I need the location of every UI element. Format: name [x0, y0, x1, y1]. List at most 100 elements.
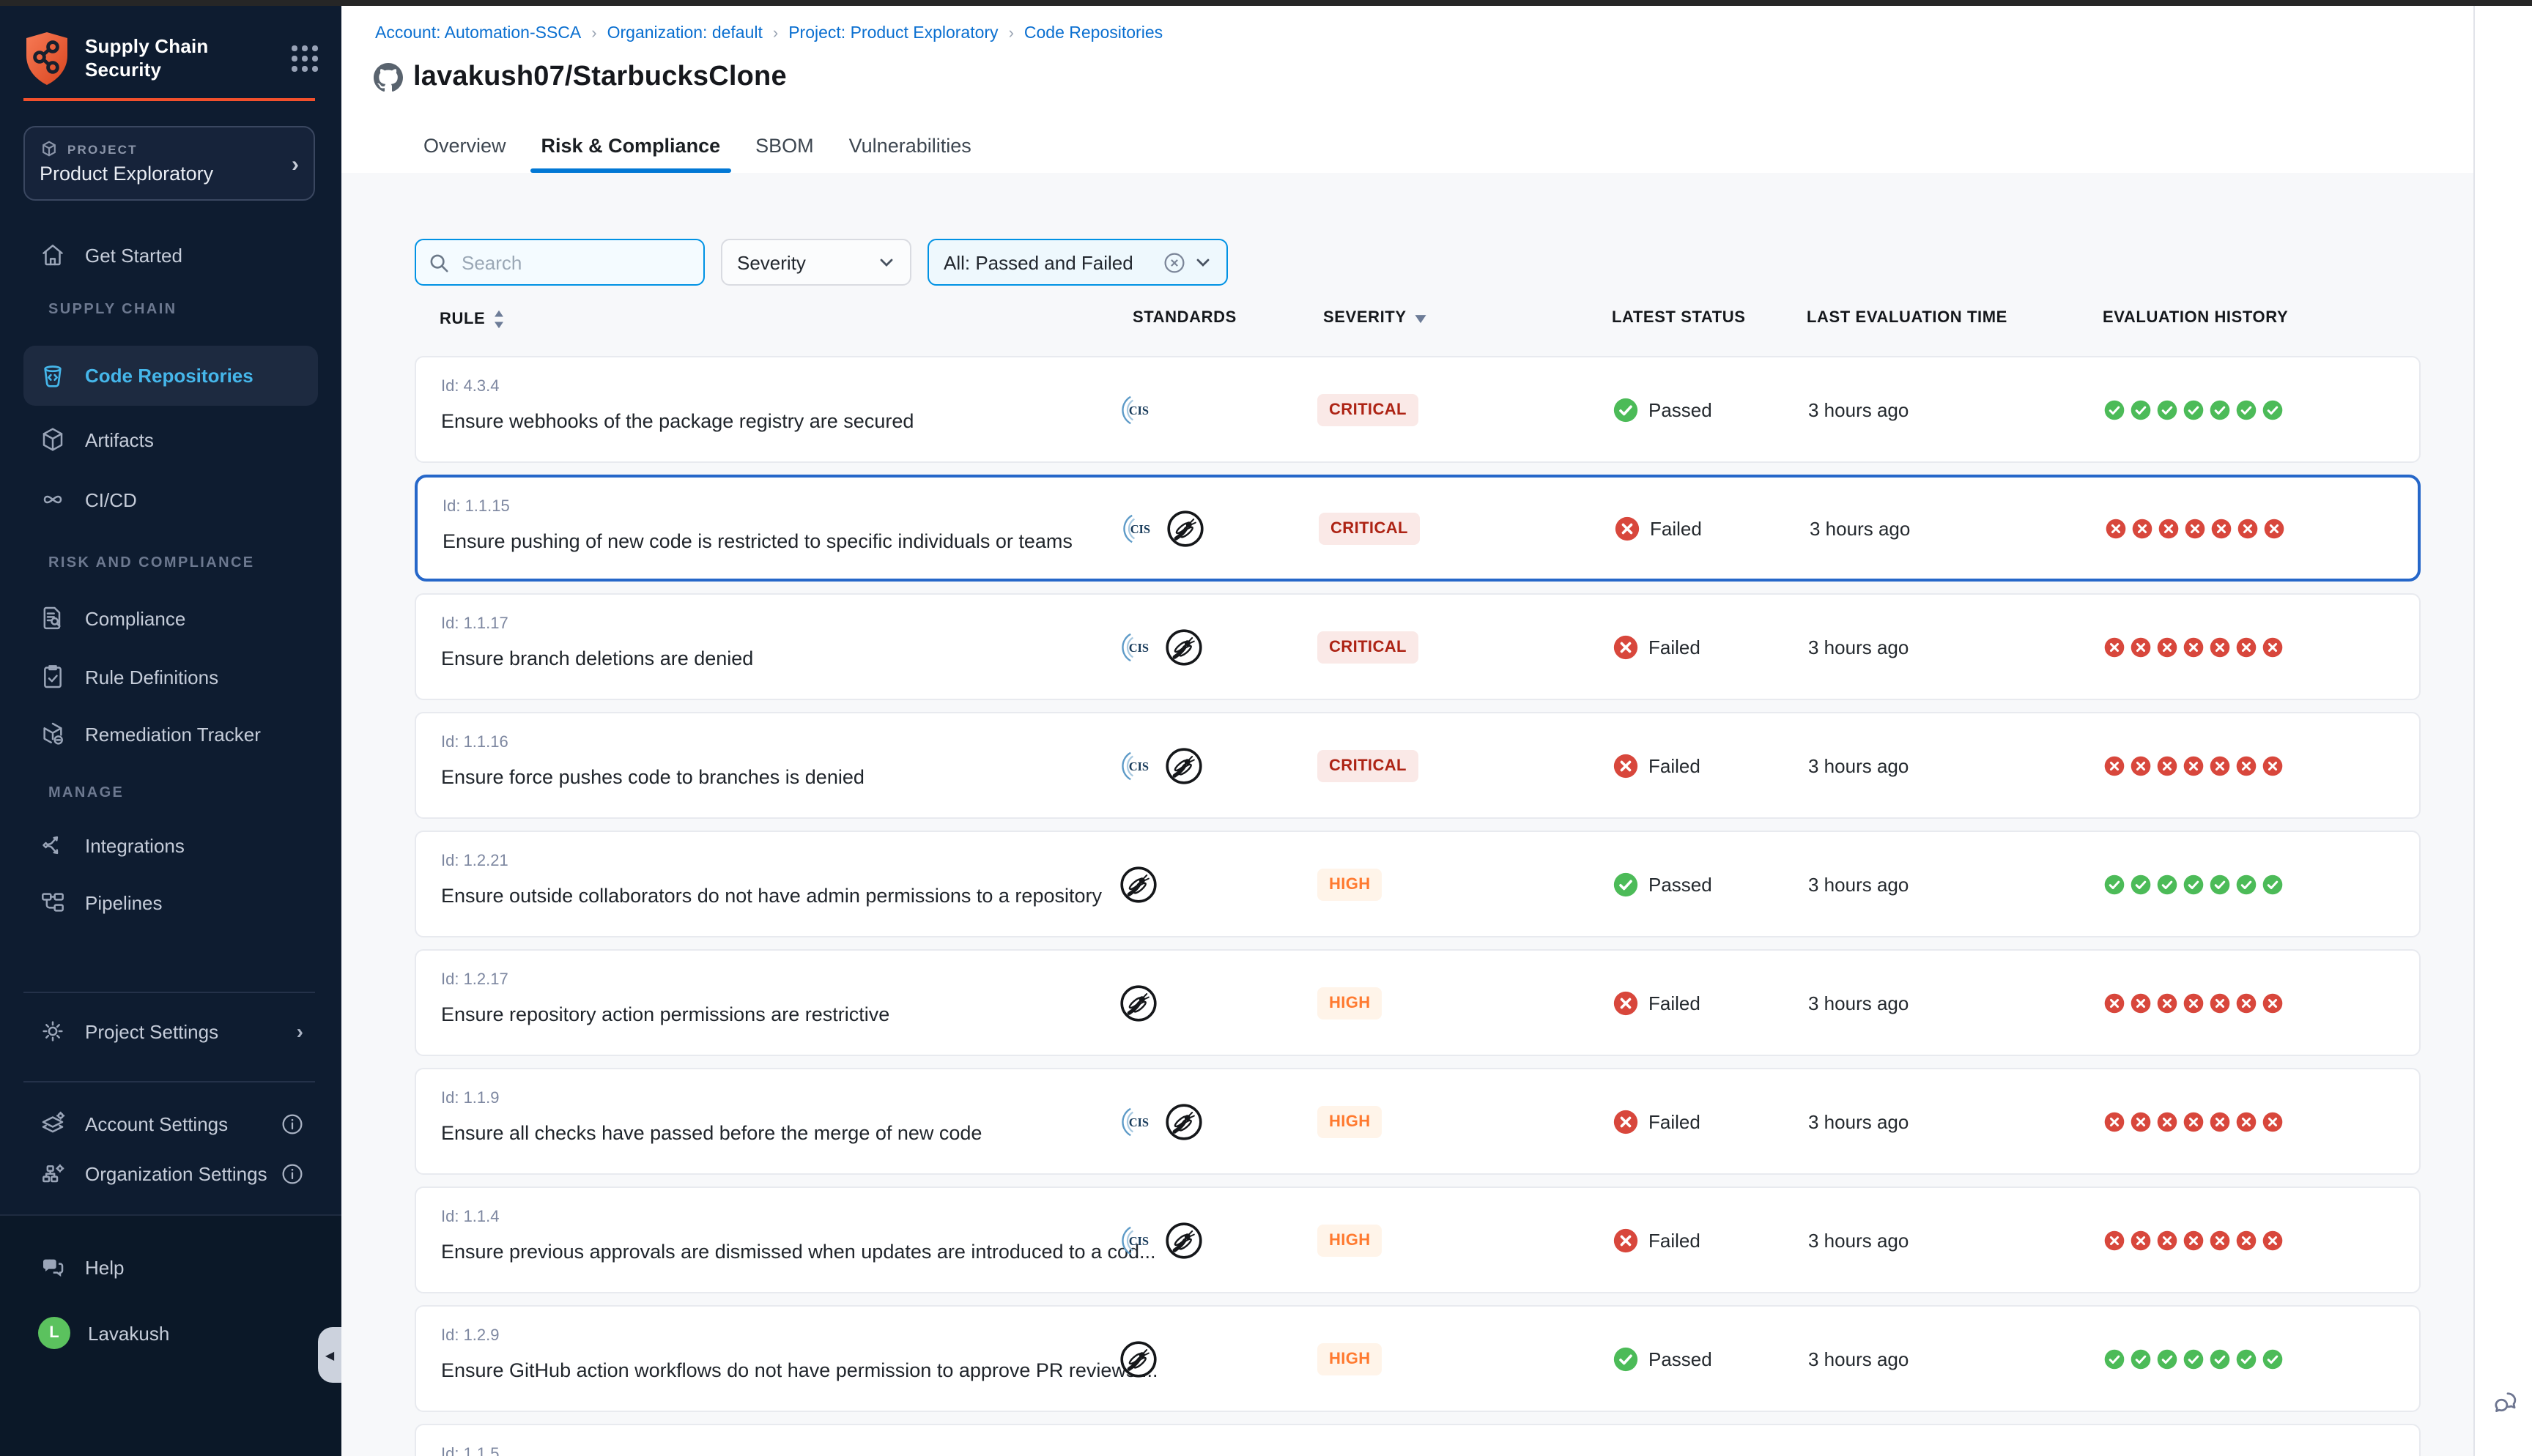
- severity-badge: CRITICAL: [1317, 631, 1418, 663]
- history-fail-icon: [2157, 1230, 2177, 1250]
- sidebar-item-label: Code Repositories: [85, 365, 253, 387]
- table-row[interactable]: Id: 1.2.21Ensure outside collaborators d…: [415, 831, 2421, 937]
- sidebar-section-label-manage: MANAGE: [48, 785, 124, 801]
- rule-description: Ensure outside collaborators do not have…: [441, 885, 1102, 907]
- svg-text:?: ?: [47, 1260, 52, 1269]
- infinity-icon: [38, 485, 67, 514]
- sidebar-item-help[interactable]: ? Help: [23, 1244, 318, 1290]
- table-row[interactable]: Id: 1.2.9Ensure GitHub action workflows …: [415, 1305, 2421, 1412]
- project-selector[interactable]: PROJECT Product Exploratory ›: [23, 126, 315, 201]
- sidebar-item-account-settings[interactable]: Account Settings: [23, 1100, 318, 1147]
- tab-overview[interactable]: Overview: [423, 117, 506, 173]
- page-header: Account: Automation-SSCA›Organization: d…: [341, 6, 2473, 174]
- sidebar-collapse-handle[interactable]: ◀: [318, 1327, 341, 1383]
- table-row[interactable]: Id: 1.2.17Ensure repository action permi…: [415, 949, 2421, 1056]
- table-row[interactable]: Id: 1.1.15Ensure pushing of new code is …: [415, 475, 2421, 582]
- breadcrumb-link[interactable]: Organization: default: [607, 25, 763, 42]
- history-fail-icon: [2185, 518, 2205, 538]
- sidebar-item-organization-settings[interactable]: Organization Settings: [23, 1150, 318, 1197]
- module-grid-icon[interactable]: [292, 45, 318, 72]
- history-fail-icon: [2262, 755, 2283, 776]
- page-title: lavakush07/StarbucksClone: [413, 62, 787, 94]
- sidebar-item-cicd[interactable]: CI/CD: [23, 476, 318, 523]
- user-menu[interactable]: L Lavakush: [23, 1310, 318, 1356]
- history-fail-icon: [2131, 755, 2151, 776]
- pipeline-icon: [38, 888, 67, 917]
- history-fail-icon: [2210, 755, 2230, 776]
- history-pass-icon: [2104, 399, 2125, 420]
- history-pass-icon: [2262, 874, 2283, 894]
- history-fail-icon: [2104, 992, 2125, 1013]
- column-label: EVALUATION HISTORY: [2103, 309, 2288, 327]
- sidebar-item-label: Artifacts: [85, 428, 154, 450]
- last-evaluation-time: 3 hours ago: [1808, 1348, 1909, 1370]
- rule-id: Id: 1.1.4: [441, 1208, 500, 1226]
- standards-cell: CIS: [1119, 392, 1155, 427]
- severity-filter-dropdown[interactable]: Severity: [721, 239, 911, 286]
- sidebar-item-rule-definitions[interactable]: Rule Definitions: [23, 653, 318, 700]
- last-evaluation-time: 3 hours ago: [1808, 1229, 1909, 1251]
- breadcrumb-link[interactable]: Code Repositories: [1024, 25, 1163, 42]
- sidebar-item-project-settings[interactable]: Project Settings›: [23, 1008, 318, 1055]
- svg-text:CIS: CIS: [1129, 1115, 1149, 1129]
- project-box-icon: [40, 139, 59, 158]
- status-filter-dropdown[interactable]: All: Passed and Failed: [928, 239, 1228, 286]
- evaluation-history-cell: [2104, 992, 2283, 1013]
- cis-badge-icon: CIS: [1119, 629, 1155, 664]
- tab-vulnerabilities[interactable]: Vulnerabilities: [849, 117, 971, 173]
- box-wrench-icon: [38, 719, 67, 749]
- severity-badge: CRITICAL: [1317, 393, 1418, 426]
- column-label: SEVERITY: [1323, 309, 1407, 327]
- history-fail-icon: [2183, 755, 2204, 776]
- table-row[interactable]: Id: 1.1.9Ensure all checks have passed b…: [415, 1068, 2421, 1175]
- tab-risk-compliance[interactable]: Risk & Compliance: [541, 117, 721, 173]
- evaluation-history-cell: [2104, 1348, 2283, 1369]
- clear-filter-icon[interactable]: [1163, 251, 1185, 273]
- passed-status-icon: [1613, 1346, 1638, 1371]
- table-row[interactable]: Id: 1.1.17Ensure branch deletions are de…: [415, 593, 2421, 700]
- breadcrumb-link[interactable]: Project: Product Exploratory: [788, 25, 998, 42]
- status-text: Failed: [1648, 1110, 1700, 1132]
- history-fail-icon: [2236, 1111, 2257, 1132]
- cis-badge-icon: CIS: [1121, 510, 1156, 546]
- history-pass-icon: [2236, 1348, 2257, 1369]
- rule-id: Id: 1.2.17: [441, 971, 508, 989]
- sidebar-item-pipelines[interactable]: Pipelines: [23, 879, 318, 926]
- breadcrumb-link[interactable]: Account: Automation-SSCA: [375, 25, 581, 42]
- sidebar-item-get-started[interactable]: Get Started: [23, 231, 318, 278]
- tab-sbom[interactable]: SBOM: [755, 117, 814, 173]
- sidebar-item-code-repositories[interactable]: Code Repositories: [23, 346, 318, 406]
- sidebar-item-label: Rule Definitions: [85, 666, 218, 688]
- svg-text:CIS: CIS: [1130, 521, 1150, 535]
- sidebar-item-compliance[interactable]: Compliance: [23, 595, 318, 642]
- column-label: LAST EVALUATION TIME: [1807, 309, 2007, 327]
- history-fail-icon: [2104, 755, 2125, 776]
- column-header-rule[interactable]: RULE: [440, 309, 506, 330]
- latest-status-cell: Failed: [1613, 1227, 1700, 1252]
- rule-id: Id: 4.3.4: [441, 378, 500, 395]
- avatar: L: [38, 1317, 70, 1349]
- search-input[interactable]: [459, 250, 684, 275]
- table-row[interactable]: Id: 1.1.4Ensure previous approvals are d…: [415, 1186, 2421, 1293]
- rule-id: Id: 1.1.16: [441, 734, 508, 751]
- sidebar-item-label: Integrations: [85, 834, 185, 856]
- sidebar-item-label: Project Settings: [85, 1020, 218, 1042]
- standards-cell: CIS: [1119, 1102, 1203, 1140]
- severity-badge: HIGH: [1317, 1342, 1382, 1375]
- support-chat-icon[interactable]: [2490, 1387, 2522, 1419]
- sidebar-divider: [23, 1081, 315, 1082]
- sidebar-item-artifacts[interactable]: Artifacts: [23, 416, 318, 463]
- table-row[interactable]: Id: 1.1.16Ensure force pushes code to br…: [415, 712, 2421, 819]
- sidebar-item-integrations[interactable]: Integrations: [23, 822, 318, 869]
- failed-status-icon: [1613, 634, 1638, 659]
- sort-both-icon: [492, 309, 506, 330]
- column-header-severity[interactable]: SEVERITY: [1323, 309, 1427, 327]
- history-fail-icon: [2131, 992, 2151, 1013]
- app-title: Supply Chain Security: [85, 35, 209, 82]
- table-row[interactable]: Id: 1.1.5CISHIGHFailed3 hours ago: [415, 1424, 2421, 1456]
- table-row[interactable]: Id: 4.3.4Ensure webhooks of the package …: [415, 356, 2421, 463]
- history-fail-icon: [2104, 1230, 2125, 1250]
- history-pass-icon: [2131, 399, 2151, 420]
- evaluation-history-cell: [2104, 1111, 2283, 1132]
- sidebar-item-remediation-tracker[interactable]: Remediation Tracker: [23, 710, 318, 757]
